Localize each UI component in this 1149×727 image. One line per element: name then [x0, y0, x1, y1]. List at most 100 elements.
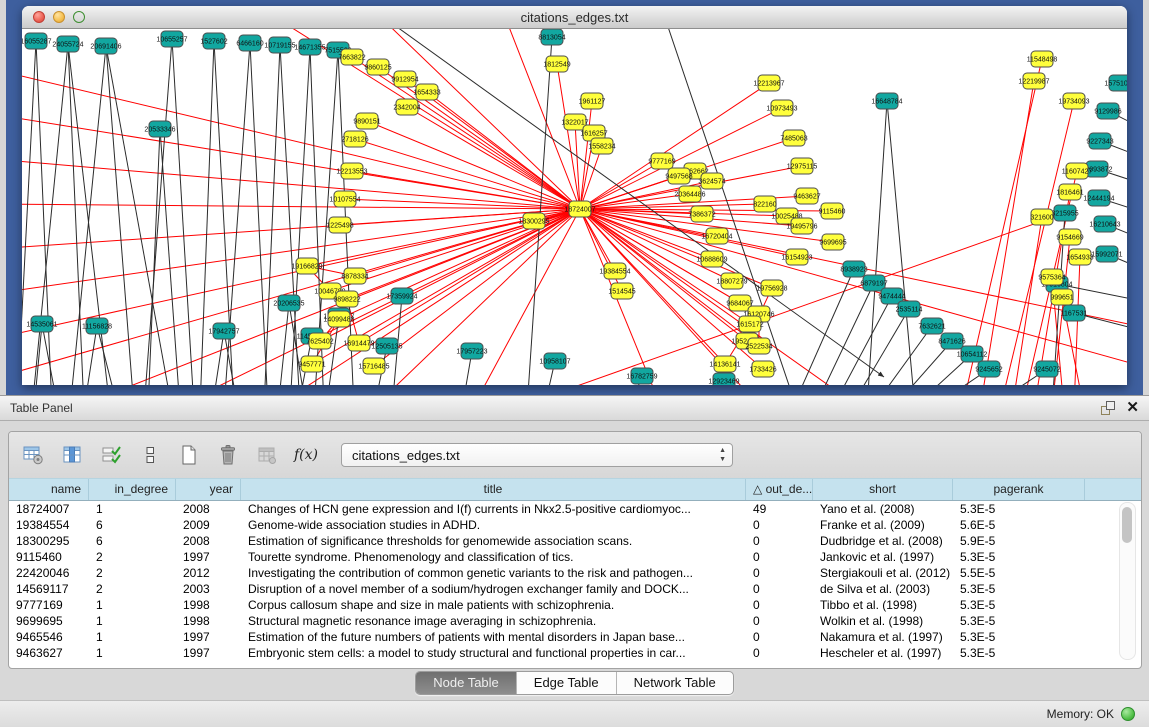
- network-node[interactable]: 20364486: [674, 186, 705, 202]
- network-node[interactable]: 8878334: [341, 268, 368, 284]
- network-node[interactable]: 1615172: [736, 316, 763, 332]
- column-header-title[interactable]: title: [241, 479, 746, 500]
- network-node[interactable]: 19166829: [291, 258, 322, 274]
- network-node[interactable]: 12213553: [336, 163, 367, 179]
- network-node[interactable]: 19495796: [786, 218, 817, 234]
- float-panel-icon[interactable]: [1100, 400, 1116, 416]
- network-node[interactable]: 1514545: [608, 283, 635, 299]
- network-node[interactable]: 14136141: [709, 356, 740, 372]
- network-node[interactable]: 7632621: [918, 318, 945, 334]
- network-node[interactable]: 1733426: [749, 361, 776, 377]
- close-window-button[interactable]: [33, 11, 45, 23]
- network-node[interactable]: 2522534: [745, 338, 772, 354]
- network-node[interactable]: 7485063: [780, 130, 807, 146]
- network-node[interactable]: 9912954: [391, 71, 418, 87]
- column-header-out_de[interactable]: △ out_de...: [746, 479, 813, 500]
- network-node[interactable]: 1527602: [200, 33, 227, 49]
- network-node[interactable]: 10688609: [696, 251, 727, 267]
- network-node[interactable]: 14671355: [294, 39, 325, 55]
- network-node[interactable]: 8938923: [840, 261, 867, 277]
- memory-status-icon[interactable]: [1121, 707, 1135, 721]
- network-node[interactable]: 17957223: [456, 343, 487, 359]
- network-graph[interactable]: 1605528724055724 20691406 10655257 1527602 6…: [22, 29, 1127, 385]
- network-node[interactable]: 14535061: [26, 316, 57, 332]
- network-node[interactable]: 10958107: [539, 353, 570, 369]
- network-node[interactable]: 16210643: [1089, 216, 1120, 232]
- network-node[interactable]: 18807279: [716, 273, 747, 289]
- tab-node-table[interactable]: Node Table: [416, 672, 516, 694]
- column-header-pagerank[interactable]: pagerank: [953, 479, 1085, 500]
- network-node[interactable]: 16648784: [871, 93, 902, 109]
- network-node[interactable]: 9699695: [819, 234, 846, 250]
- scrollbar-thumb[interactable]: [1122, 507, 1132, 543]
- table-row[interactable]: 1830029562008Estimation of significance …: [9, 533, 1141, 549]
- network-node[interactable]: 9890151: [353, 113, 380, 129]
- network-node[interactable]: 12213967: [753, 75, 784, 91]
- table-row[interactable]: 1938455462009Genome-wide association stu…: [9, 517, 1141, 533]
- network-node[interactable]: 9245072: [1033, 361, 1060, 377]
- network-node[interactable]: 8813054: [538, 29, 565, 45]
- network-node[interactable]: 1654933: [1066, 249, 1093, 265]
- network-node[interactable]: 12444194: [1083, 190, 1114, 206]
- network-node[interactable]: 16154923: [781, 249, 812, 265]
- tab-edge-table[interactable]: Edge Table: [516, 672, 616, 694]
- network-node[interactable]: 16055287: [22, 33, 52, 49]
- network-node[interactable]: 20691406: [90, 38, 121, 54]
- network-node[interactable]: 9457771: [298, 356, 325, 372]
- new-table-icon[interactable]: [177, 443, 201, 467]
- network-node[interactable]: 10655257: [156, 31, 187, 47]
- network-node[interactable]: 17359924: [386, 288, 417, 304]
- table-row[interactable]: 977716911998Corpus callosum shape and si…: [9, 597, 1141, 613]
- column-header-name[interactable]: name: [9, 479, 89, 500]
- network-node[interactable]: 8471626: [938, 333, 965, 349]
- network-node[interactable]: 2718126: [341, 131, 368, 147]
- network-node[interactable]: 8215955: [1051, 205, 1078, 221]
- network-node[interactable]: 16720404: [701, 228, 732, 244]
- import-table-icon[interactable]: [255, 443, 279, 467]
- network-node[interactable]: 10973493: [766, 100, 797, 116]
- network-node[interactable]: 1225498: [326, 217, 353, 233]
- network-node[interactable]: 18300295: [518, 213, 549, 229]
- network-node[interactable]: 14099488: [323, 311, 354, 327]
- zoom-window-button[interactable]: [73, 11, 85, 23]
- table-row[interactable]: 946554611997Estimation of the future num…: [9, 629, 1141, 645]
- network-node[interactable]: 1816461: [1056, 184, 1083, 200]
- network-node[interactable]: 10654112: [957, 346, 988, 362]
- network-node[interactable]: 999651: [1050, 289, 1073, 305]
- network-node[interactable]: 12975115: [787, 158, 818, 174]
- column-header-in_degree[interactable]: in_degree: [89, 479, 176, 500]
- network-node[interactable]: 20206535: [273, 295, 304, 311]
- network-node[interactable]: 321600: [1030, 209, 1053, 225]
- network-node[interactable]: 9154669: [1056, 229, 1083, 245]
- network-node[interactable]: 7625402: [306, 333, 333, 349]
- minimize-window-button[interactable]: [53, 11, 65, 23]
- network-node[interactable]: 2342004: [393, 99, 420, 115]
- network-node[interactable]: 822160: [753, 196, 776, 212]
- network-node[interactable]: 15992071: [1091, 246, 1122, 262]
- table-column-icon[interactable]: [60, 443, 84, 467]
- network-node[interactable]: 1167531: [1061, 305, 1088, 321]
- network-node[interactable]: 9115460: [819, 203, 846, 219]
- network-node[interactable]: 12923469: [708, 373, 739, 385]
- column-header-short[interactable]: short: [813, 479, 953, 500]
- network-node[interactable]: 3624574: [698, 173, 725, 189]
- network-node[interactable]: 9860125: [364, 59, 391, 75]
- column-header-year[interactable]: year: [176, 479, 241, 500]
- network-node[interactable]: 9227343: [1086, 133, 1113, 149]
- table-row[interactable]: 1456911722003Disruption of a novel membe…: [9, 581, 1141, 597]
- table-row[interactable]: 946362711997Embryonic stem cells: a mode…: [9, 645, 1141, 661]
- network-node[interactable]: 9463627: [793, 188, 820, 204]
- network-node[interactable]: 2535114: [896, 301, 923, 317]
- network-node[interactable]: 1961127: [579, 93, 606, 109]
- network-node[interactable]: 11548498: [1027, 51, 1058, 67]
- network-node[interactable]: 24055724: [52, 36, 83, 52]
- network-node[interactable]: 1558234: [588, 138, 615, 154]
- network-node[interactable]: 1812549: [543, 56, 570, 72]
- network-node[interactable]: 18724007: [564, 201, 595, 217]
- network-node[interactable]: 19734093: [1058, 93, 1089, 109]
- network-node[interactable]: 12219987: [1018, 73, 1049, 89]
- network-node[interactable]: 17942757: [208, 323, 239, 339]
- table-row[interactable]: 969969511998Structural magnetic resonanc…: [9, 613, 1141, 629]
- network-node[interactable]: 20533346: [144, 121, 175, 137]
- network-node[interactable]: 6466160: [236, 35, 263, 51]
